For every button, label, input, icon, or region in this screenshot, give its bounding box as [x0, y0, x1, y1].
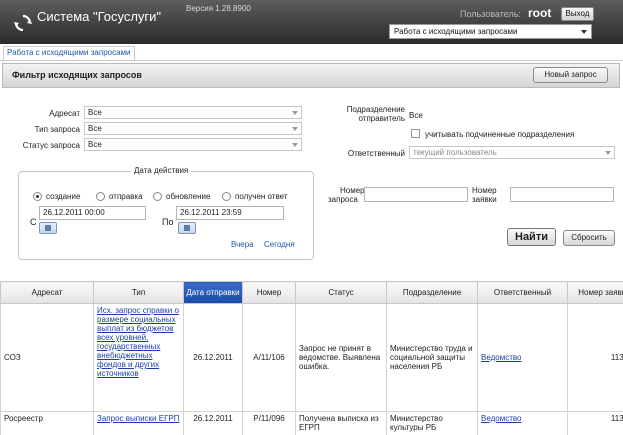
request-type-select[interactable]: Все [84, 122, 302, 135]
application-number-label-1: Номер [472, 186, 497, 195]
radio-answered[interactable] [222, 192, 231, 201]
cell-date: 26.12.2011 [183, 303, 243, 412]
cell-number: Р/11/096 [242, 411, 296, 435]
chevron-down-icon [581, 30, 587, 34]
column-header-department[interactable]: Подразделение [386, 281, 478, 304]
date-group-title: Дата действия [131, 166, 192, 175]
column-header-status[interactable]: Статус [295, 281, 387, 304]
chevron-down-icon [605, 151, 611, 155]
find-button[interactable]: Найти [507, 228, 556, 246]
to-label: По [162, 217, 174, 227]
from-label: С [30, 217, 37, 227]
cell-date: 26.12.2011 [183, 411, 243, 435]
calendar-from-icon[interactable] [39, 222, 57, 234]
request-status-label: Статус запроса [22, 141, 80, 150]
tab-outgoing-requests[interactable]: Работа с исходящими запросами [3, 46, 135, 60]
responsible-link[interactable]: Ведомство [481, 414, 522, 423]
requests-table: Адресат Тип Дата отправки Номер Статус П… [0, 281, 623, 435]
cell-application-number: 113333 [567, 411, 623, 435]
radio-updated[interactable] [153, 192, 162, 201]
request-type-link[interactable]: Запрос выписки ЕГРП [97, 414, 179, 423]
department-label-1: Подразделение [346, 105, 405, 114]
request-status-select[interactable]: Все [84, 138, 302, 151]
column-header-type[interactable]: Тип [93, 281, 184, 304]
chevron-down-icon [292, 143, 298, 147]
cell-department: Министерство культуры РБ [386, 411, 478, 435]
column-header-number[interactable]: Номер [242, 281, 296, 304]
yesterday-link[interactable]: Вчера [231, 240, 254, 249]
request-number-label-2: запроса [328, 195, 358, 204]
mode-select[interactable]: Работа с исходящими запросами [389, 24, 592, 39]
department-value[interactable]: Все [409, 111, 423, 120]
refresh-logo-icon [14, 14, 32, 32]
application-number-input[interactable] [510, 187, 614, 202]
application-number-label-2: заявки [472, 195, 497, 204]
addressee-select[interactable]: Все [84, 106, 302, 119]
cell-status: Получена выписка из ЕГРП [295, 411, 387, 435]
request-type-value: Все [88, 124, 102, 133]
reset-button[interactable]: Сбросить [563, 230, 615, 246]
cell-addressee: Росреестр [0, 411, 94, 435]
responsible-label: Ответственный [347, 149, 405, 158]
new-request-button[interactable]: Новый запрос [533, 67, 608, 83]
request-status-value: Все [88, 140, 102, 149]
app-title: Система "Госуслуги" [37, 9, 162, 24]
addressee-value: Все [88, 108, 102, 117]
request-number-label-1: Номер [340, 186, 365, 195]
department-label-2: отправитель [358, 114, 405, 123]
request-type-label: Тип запроса [34, 125, 80, 134]
responsible-link[interactable]: Ведомство [481, 353, 522, 362]
subdepartments-label: учитывать подчиненные подразделения [425, 130, 575, 139]
logout-button[interactable]: Выход [561, 7, 594, 21]
subdepartments-checkbox[interactable] [411, 129, 420, 138]
date-from-input[interactable]: 26.12.2011 00:00 [39, 206, 146, 220]
mode-select-value: Работа с исходящими запросами [394, 27, 518, 36]
calendar-to-icon[interactable] [178, 222, 196, 234]
chevron-down-icon [292, 127, 298, 131]
today-link[interactable]: Сегодня [264, 240, 295, 249]
addressee-label: Адресат [49, 109, 80, 118]
cell-department: Министерство труда и социальной защиты н… [386, 303, 478, 412]
column-header-responsible[interactable]: Ответственный [477, 281, 568, 304]
column-header-date-sent[interactable]: Дата отправки [183, 281, 243, 304]
radio-created[interactable] [33, 192, 42, 201]
user-name: root [528, 6, 552, 20]
request-type-link[interactable]: Исх. запрос справки о размере социальных… [97, 306, 179, 378]
radio-created-label: создание [46, 192, 81, 201]
version-label: Версия 1.28.8900 [186, 4, 251, 13]
radio-answered-label: получен ответ [235, 192, 288, 201]
user-caption: Пользователь: [460, 9, 521, 19]
filter-title: Фильтр исходящих запросов [12, 70, 142, 80]
radio-updated-label: обновление [166, 192, 211, 201]
chevron-down-icon [292, 111, 298, 115]
column-header-addressee[interactable]: Адресат [0, 281, 94, 304]
radio-sent[interactable] [96, 192, 105, 201]
tab-divider [0, 60, 623, 61]
responsible-value: текущий пользователь [413, 148, 497, 157]
column-header-application-number[interactable]: Номер заявки [567, 281, 623, 304]
radio-sent-label: отправка [109, 192, 143, 201]
cell-application-number: 113331 [567, 303, 623, 412]
cell-status: Запрос не принят в ведомстве. Выявлена о… [295, 303, 387, 412]
responsible-select[interactable]: текущий пользователь [409, 146, 615, 159]
cell-number: А/11/106 [242, 303, 296, 412]
date-to-input[interactable]: 26.12.2011 23:59 [176, 206, 284, 220]
table-row[interactable]: Росреестр Запрос выписки ЕГРП 26.12.2011… [0, 411, 623, 435]
table-row[interactable]: СОЗ Исх. запрос справки о размере социал… [0, 303, 623, 412]
cell-addressee: СОЗ [0, 303, 94, 412]
request-number-input[interactable] [364, 187, 468, 202]
